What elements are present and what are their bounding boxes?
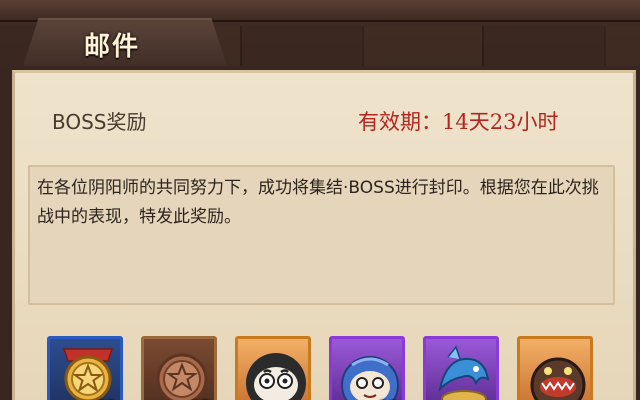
reward-item[interactable] [517,336,593,400]
mail-body-text: 在各位阴阳师的共同努力下，成功将集结·BOSS进行封印。根据您在此次挑战中的表现… [37,178,599,227]
round-monster-icon [530,357,586,400]
reward-item[interactable]: 15 [141,336,217,400]
gold-star-medal-icon [62,348,114,400]
reward-item[interactable] [423,336,499,400]
reward-list: 10 15 10 [0,336,640,400]
bronze-star-medal-icon [156,353,208,400]
reward-item[interactable] [235,336,311,400]
reward-item[interactable]: 10 [329,336,405,400]
daruma-white-icon [246,353,306,400]
mail-expiry: 有效期：14天23小时 [358,110,559,134]
daruma-blue-icon [341,356,399,400]
page-title: 邮件 [84,32,141,62]
blue-creature-icon [438,345,490,400]
mail-subject: BOSS奖励 [52,110,147,134]
reward-item[interactable]: 10 [47,336,123,400]
